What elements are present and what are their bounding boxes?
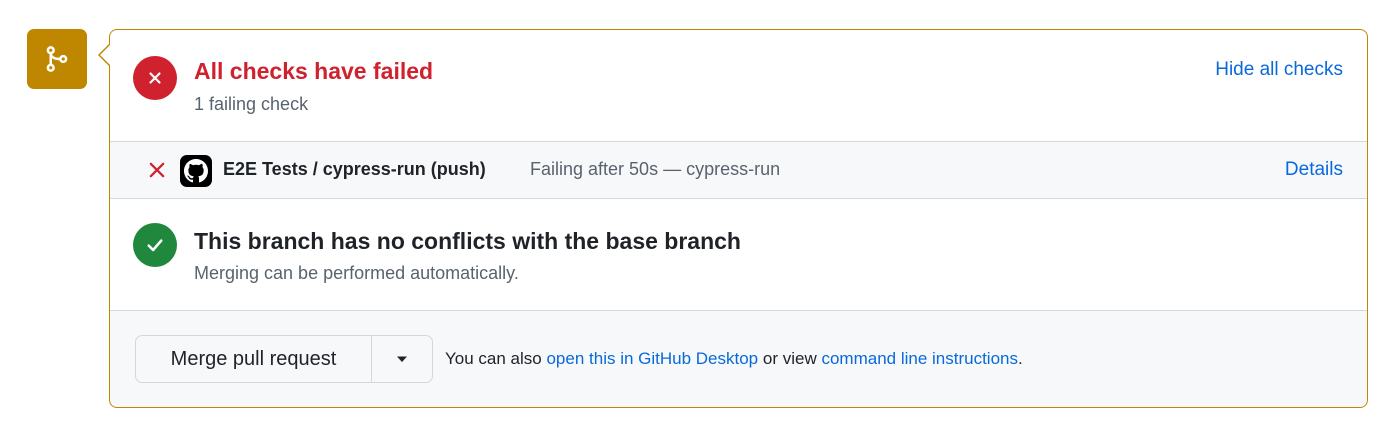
- open-in-github-desktop-link[interactable]: open this in GitHub Desktop: [546, 349, 758, 368]
- checks-subtitle: 1 failing check: [194, 94, 309, 114]
- merge-panel: All checks have failed 1 failing check H…: [98, 29, 1368, 408]
- command-line-instructions-link[interactable]: command line instructions: [821, 349, 1018, 368]
- github-icon: [180, 155, 212, 187]
- merge-button-group: Merge pull request: [135, 335, 433, 383]
- note-prefix: You can also: [445, 349, 542, 368]
- check-details-link[interactable]: Details: [1285, 159, 1343, 181]
- branch-status: This branch has no conflicts with the ba…: [110, 199, 1367, 310]
- x-icon: [148, 161, 166, 184]
- merge-box: All checks have failed 1 failing check H…: [0, 0, 1383, 429]
- note-suffix: .: [1018, 349, 1023, 368]
- merge-pull-request-button[interactable]: Merge pull request: [136, 336, 371, 382]
- branch-title: This branch has no conflicts with the ba…: [194, 228, 741, 254]
- checks-summary: All checks have failed 1 failing check H…: [110, 30, 1367, 141]
- triangle-down-icon: [397, 356, 407, 362]
- check-icon: [133, 223, 177, 267]
- check-row: E2E Tests / cypress-run (push) Failing a…: [110, 141, 1367, 199]
- merge-actions: Merge pull request You can also open thi…: [110, 310, 1367, 407]
- merge-options-dropdown[interactable]: [371, 336, 432, 382]
- check-name: E2E Tests / cypress-run (push): [223, 159, 486, 179]
- hide-all-checks-link[interactable]: Hide all checks: [1215, 59, 1343, 81]
- branch-subtitle: Merging can be performed automatically.: [194, 263, 519, 283]
- merge-alternatives-note: You can also open this in GitHub Desktop…: [445, 349, 1023, 369]
- note-middle: or view: [762, 349, 817, 368]
- failed-status-icon: [133, 56, 177, 100]
- check-description: Failing after 50s — cypress-run: [530, 159, 781, 179]
- checks-title: All checks have failed: [194, 58, 434, 84]
- git-merge-icon: [27, 29, 87, 89]
